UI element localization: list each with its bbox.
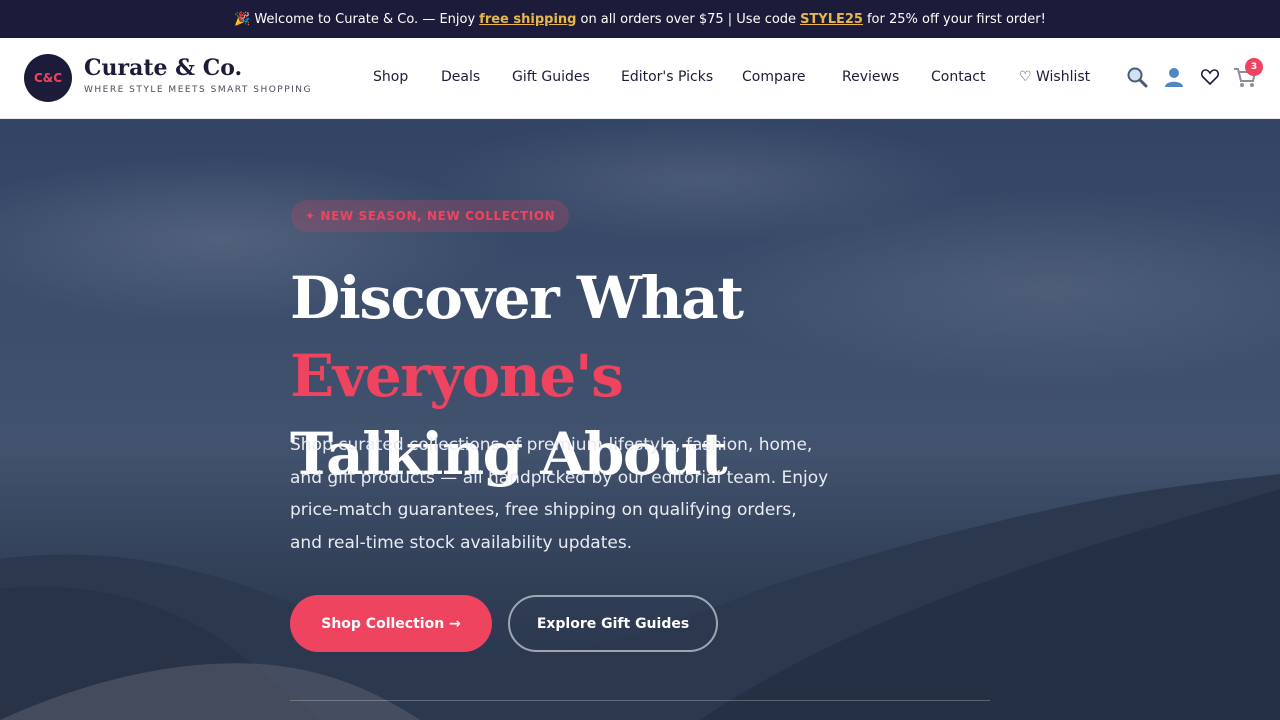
announcement-text-2: on all orders over $75 | Use code <box>580 11 797 27</box>
cart-count-badge: 3 <box>1245 58 1263 76</box>
announcement-bar: 🎉 Welcome to Curate & Co. — Enjoy free s… <box>0 0 1280 38</box>
explore-gift-guides-button[interactable]: Explore Gift Guides <box>508 595 718 652</box>
nav-deals[interactable]: Deals <box>441 69 480 85</box>
nav-wishlist[interactable]: ♡ Wishlist <box>1019 69 1090 85</box>
hero-divider <box>290 700 990 701</box>
user-icon[interactable] <box>1162 65 1186 89</box>
logo-badge[interactable]: C&C <box>24 54 72 102</box>
announcement-text-1: Welcome to Curate & Co. — Enjoy <box>254 11 476 27</box>
brand-name[interactable]: Curate & Co. <box>84 55 242 81</box>
nav-gift-guides[interactable]: Gift Guides <box>512 69 590 85</box>
nav-contact[interactable]: Contact <box>931 69 985 85</box>
nav-editors-picks[interactable]: Editor's Picks <box>621 69 713 85</box>
heart-icon[interactable] <box>1198 65 1222 89</box>
season-badge: ✦ NEW SEASON, NEW COLLECTION <box>291 200 570 232</box>
nav-compare[interactable]: Compare <box>742 69 806 85</box>
headline-accent: Everyone's <box>290 342 624 410</box>
party-emoji: 🎉 <box>234 11 251 27</box>
free-shipping-link[interactable]: free shipping <box>479 12 576 27</box>
site-header: C&C Curate & Co. WHERE STYLE MEETS SMART… <box>0 38 1280 119</box>
search-icon[interactable] <box>1125 65 1149 89</box>
promo-code[interactable]: STYLE25 <box>800 12 863 27</box>
announcement-text-3: for 25% off your first order! <box>866 11 1046 27</box>
hero-description: Shop curated collections of premium life… <box>290 435 829 553</box>
nav-reviews[interactable]: Reviews <box>842 69 899 85</box>
headline-part-1: Discover What <box>290 264 744 332</box>
nav-shop[interactable]: Shop <box>373 69 408 85</box>
brand-tagline: WHERE STYLE MEETS SMART SHOPPING <box>84 85 313 95</box>
hero-section: ✦ NEW SEASON, NEW COLLECTION Discover Wh… <box>0 119 1280 720</box>
shop-collection-button[interactable]: Shop Collection → <box>290 595 492 652</box>
